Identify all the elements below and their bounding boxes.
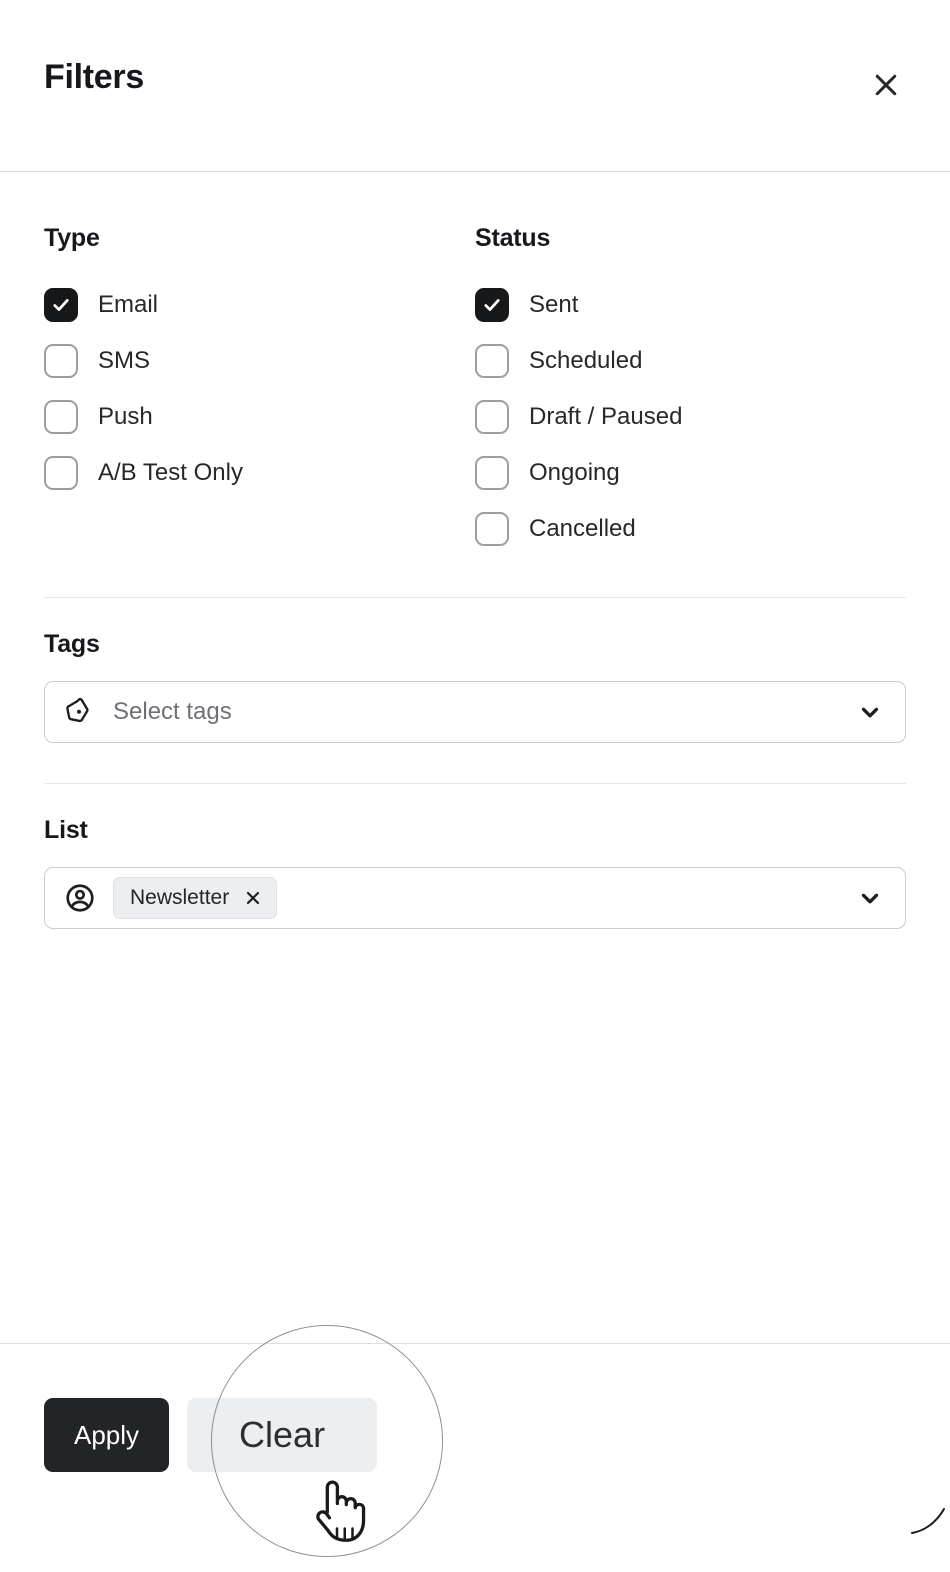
close-icon	[871, 70, 901, 103]
apply-button[interactable]: Apply	[44, 1398, 170, 1472]
close-panel-button[interactable]	[864, 64, 908, 108]
checkbox-item-sms[interactable]: SMS	[44, 333, 475, 389]
checkbox-sms[interactable]	[44, 344, 78, 378]
chip-label: Newsletter	[130, 886, 230, 909]
checkbox-label-push: Push	[98, 403, 153, 430]
check-icon	[53, 299, 69, 311]
checkbox-label-ab-test-only: A/B Test Only	[98, 459, 243, 486]
tags-field-block: Tags Select tags	[44, 598, 906, 743]
checkbox-item-ab-test-only[interactable]: A/B Test Only	[44, 445, 475, 501]
page-title: Filters	[44, 58, 144, 96]
checkbox-item-push[interactable]: Push	[44, 389, 475, 445]
checkbox-groups: Type Email SMS Push A/B Test Only Status…	[44, 172, 906, 557]
filter-group-type: Type Email SMS Push A/B Test Only	[44, 224, 475, 557]
field-label-tags: Tags	[44, 630, 100, 658]
checkbox-label-scheduled: Scheduled	[529, 347, 643, 374]
checkbox-ongoing[interactable]	[475, 456, 509, 490]
checkbox-label-cancelled: Cancelled	[529, 515, 636, 542]
list-field-block: List Newsletter	[44, 784, 906, 929]
close-icon[interactable]	[243, 888, 263, 908]
checkbox-item-email[interactable]: Email	[44, 277, 475, 333]
tags-select[interactable]: Select tags	[44, 681, 906, 743]
check-icon	[484, 299, 500, 311]
checkbox-item-scheduled[interactable]: Scheduled	[475, 333, 906, 389]
checkbox-item-ongoing[interactable]: Ongoing	[475, 445, 906, 501]
chevron-down-icon[interactable]	[857, 699, 883, 725]
checkbox-scheduled[interactable]	[475, 344, 509, 378]
checkbox-sent[interactable]	[475, 288, 509, 322]
tags-placeholder: Select tags	[113, 698, 232, 725]
clear-button[interactable]: Clear	[187, 1398, 378, 1472]
checkbox-draft-paused[interactable]	[475, 400, 509, 434]
panel-footer: Apply Clear	[0, 1343, 950, 1472]
field-label-list: List	[44, 816, 88, 844]
checkbox-ab-test-only[interactable]	[44, 456, 78, 490]
panel-header: Filters	[0, 0, 950, 172]
checkbox-push[interactable]	[44, 400, 78, 434]
chevron-down-icon[interactable]	[857, 885, 883, 911]
list-chip-newsletter[interactable]: Newsletter	[113, 877, 278, 919]
checkbox-item-sent[interactable]: Sent	[475, 277, 906, 333]
checkbox-item-draft-paused[interactable]: Draft / Paused	[475, 389, 906, 445]
tag-icon	[63, 697, 97, 727]
hand-pointer-cursor-icon	[306, 1473, 368, 1556]
checkbox-cancelled[interactable]	[475, 512, 509, 546]
checkbox-label-sms: SMS	[98, 347, 151, 374]
group-title-type: Type	[44, 224, 100, 252]
filters-body: Type Email SMS Push A/B Test Only Status…	[0, 172, 950, 929]
checkbox-label-draft-paused: Draft / Paused	[529, 403, 683, 430]
footer-actions: Apply Clear	[44, 1398, 906, 1472]
checkbox-label-sent: Sent	[529, 291, 579, 318]
checkbox-email[interactable]	[44, 288, 78, 322]
filter-group-status: Status Sent Scheduled Draft / Paused Ong…	[475, 224, 906, 557]
checkbox-label-ongoing: Ongoing	[529, 459, 620, 486]
corner-arc-decoration	[910, 1495, 950, 1540]
list-select[interactable]: Newsletter	[44, 867, 906, 929]
group-title-status: Status	[475, 224, 551, 252]
user-circle-icon	[63, 882, 97, 914]
checkbox-label-email: Email	[98, 291, 159, 318]
checkbox-item-cancelled[interactable]: Cancelled	[475, 501, 906, 557]
